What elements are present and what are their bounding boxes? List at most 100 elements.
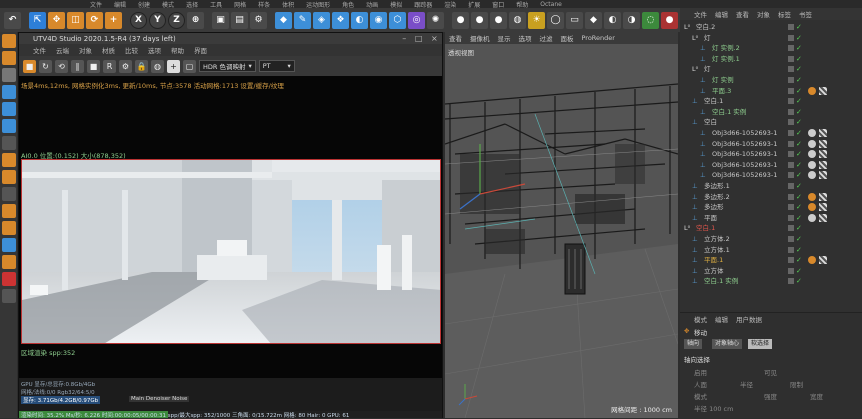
cube-icon[interactable]: ◆: [275, 11, 292, 29]
octane-region-icon[interactable]: R: [103, 59, 116, 73]
octane-fog-icon[interactable]: ◌: [642, 11, 659, 29]
layer-swatch[interactable]: [788, 140, 794, 147]
object-row[interactable]: ⊥ 灯 实例.2 ✓: [680, 43, 862, 53]
attribute-tab-0[interactable]: 模式: [694, 314, 707, 324]
octane-material-icon[interactable]: ◐: [604, 11, 621, 29]
object-row[interactable]: ⊥ 平面.3 ✓: [680, 86, 862, 96]
model-mode-icon[interactable]: [1, 34, 16, 48]
pen-icon[interactable]: ✎: [294, 11, 311, 29]
viewport-menu-item-3[interactable]: 选项: [519, 33, 532, 43]
coordinate-system-icon[interactable]: ⊕: [187, 11, 204, 29]
material-tag-icon[interactable]: [808, 171, 816, 180]
visibility-check-icon[interactable]: ✓: [796, 213, 802, 223]
menu-18[interactable]: Octane: [540, 1, 562, 8]
layer-swatch[interactable]: [788, 183, 794, 189]
octane-menu-item-5[interactable]: 选项: [148, 45, 161, 55]
visibility-check-icon[interactable]: ✓: [796, 245, 802, 255]
layout-icon[interactable]: [1, 289, 16, 303]
object-row[interactable]: L⁰ 灯 ✓: [680, 64, 862, 74]
layer-swatch[interactable]: [788, 225, 794, 232]
object-row[interactable]: ⊥ 空白.1 实例 ✓: [680, 276, 862, 286]
layer-swatch[interactable]: [788, 151, 794, 158]
viewport-menu-item-0[interactable]: 查看: [449, 33, 462, 43]
layer-swatch[interactable]: [788, 172, 794, 179]
octane-add-icon[interactable]: +: [167, 59, 180, 73]
layer-swatch[interactable]: [788, 108, 794, 115]
layer-swatch[interactable]: [788, 130, 794, 136]
visibility-check-icon[interactable]: ✓: [796, 96, 802, 106]
material-tag-icon[interactable]: [808, 150, 816, 159]
layer-swatch[interactable]: [788, 161, 794, 168]
visibility-check-icon[interactable]: ✓: [796, 22, 802, 32]
rotate-icon[interactable]: ⟳: [86, 11, 103, 29]
layer-swatch[interactable]: [788, 193, 794, 200]
denoiser-button[interactable]: Main Denoiser Noise: [129, 396, 190, 402]
object-row[interactable]: ⊥ 空白.1 实例 ✓: [680, 107, 862, 117]
move-icon[interactable]: ✥: [48, 11, 65, 29]
texture-tag-icon[interactable]: [819, 192, 827, 201]
object-row[interactable]: L⁰ 空白.1 ✓: [680, 223, 862, 233]
layer-swatch[interactable]: [788, 278, 794, 285]
kernel-select[interactable]: PT ▾: [258, 60, 295, 72]
octane-environment-icon[interactable]: ◑: [623, 11, 640, 29]
layer-swatch[interactable]: [788, 267, 794, 274]
object-manager-menu-item-2[interactable]: 查看: [736, 9, 749, 19]
object-row[interactable]: ⊥ 立方体 ✓: [680, 266, 862, 276]
material-tag-icon[interactable]: [808, 86, 816, 95]
close-icon[interactable]: ×: [431, 34, 438, 43]
visibility-check-icon[interactable]: ✓: [796, 255, 802, 265]
visibility-check-icon[interactable]: ✓: [796, 192, 802, 202]
octane-menu-item-3[interactable]: 材质: [102, 45, 115, 55]
axis-x-button[interactable]: X: [130, 11, 147, 29]
polygons-mode-icon[interactable]: [1, 119, 16, 133]
subdivision-icon[interactable]: ◈: [313, 11, 330, 29]
object-manager-menu-item-5[interactable]: 书签: [799, 9, 812, 19]
light-icon[interactable]: ✺: [427, 11, 444, 29]
octane-stop-icon[interactable]: ■: [87, 59, 100, 73]
object-row[interactable]: ⊥ Obj3d66-1052693-1 ✓: [680, 149, 862, 159]
visibility-check-icon[interactable]: ✓: [796, 54, 802, 64]
visibility-check-icon[interactable]: ✓: [796, 202, 802, 212]
texture-tag-icon[interactable]: [819, 139, 827, 148]
array-icon[interactable]: ❖: [332, 11, 349, 29]
object-row[interactable]: ⊥ Obj3d66-1052693-1 ✓: [680, 160, 862, 170]
visibility-check-icon[interactable]: ✓: [796, 107, 802, 117]
material-tag-icon[interactable]: [808, 192, 816, 201]
viewport-menu-item-5[interactable]: 面板: [561, 33, 574, 43]
layer-swatch[interactable]: [788, 34, 794, 41]
object-row[interactable]: ⊥ 平面 ✓: [680, 213, 862, 223]
octane-lock-icon[interactable]: 🔒: [135, 59, 148, 73]
maximize-icon[interactable]: □: [415, 34, 423, 43]
points-mode-icon[interactable]: [1, 85, 16, 99]
visibility-check-icon[interactable]: ✓: [796, 86, 802, 96]
minimize-icon[interactable]: –: [402, 34, 406, 43]
visibility-check-icon[interactable]: ✓: [796, 33, 802, 43]
octane-menu-item-7[interactable]: 界面: [194, 45, 207, 55]
field-visible[interactable]: 可见: [764, 367, 777, 377]
axis-mode-icon[interactable]: [1, 136, 16, 150]
object-row[interactable]: L⁰ 空白.2 ✓: [680, 22, 862, 32]
render-picture-viewer-icon[interactable]: ▤: [231, 11, 248, 29]
texture-mode-icon[interactable]: [1, 51, 16, 65]
visibility-check-icon[interactable]: ✓: [796, 75, 802, 85]
layer-swatch[interactable]: [788, 204, 794, 211]
octane-settings-icon[interactable]: ●: [490, 11, 507, 29]
octane-render-area[interactable]: 场景4ms,12ms, 网格实例化3ms, 更新/10ms, 节点:3578 活…: [19, 76, 442, 396]
perspective-viewport[interactable]: 查看 摄像机 显示 选项 过滤 面板 ProRender 透视视图 网格间距:…: [445, 32, 678, 418]
object-manager-menu-item-1[interactable]: 编辑: [715, 9, 728, 19]
render-settings-icon[interactable]: ⚙: [250, 11, 267, 29]
texture-tag-icon[interactable]: [819, 203, 827, 212]
visibility-check-icon[interactable]: ✓: [796, 139, 802, 149]
object-row[interactable]: ⊥ 空白 ✓: [680, 117, 862, 127]
tweak-icon[interactable]: [1, 153, 16, 167]
octane-clay-icon[interactable]: ◍: [151, 59, 164, 73]
field-radius[interactable]: 半径 100 cm: [694, 403, 733, 413]
material-tag-icon[interactable]: [808, 203, 816, 212]
octane-light-icon[interactable]: ◯: [547, 11, 564, 29]
octane-sun-icon[interactable]: ☀: [528, 11, 545, 29]
octane-menu-item-2[interactable]: 对象: [79, 45, 92, 55]
recent-tool-icon[interactable]: +: [105, 11, 122, 29]
object-manager-menu-item-3[interactable]: 对象: [757, 9, 770, 19]
layer-swatch[interactable]: [788, 236, 794, 242]
layer-swatch[interactable]: [788, 214, 794, 221]
